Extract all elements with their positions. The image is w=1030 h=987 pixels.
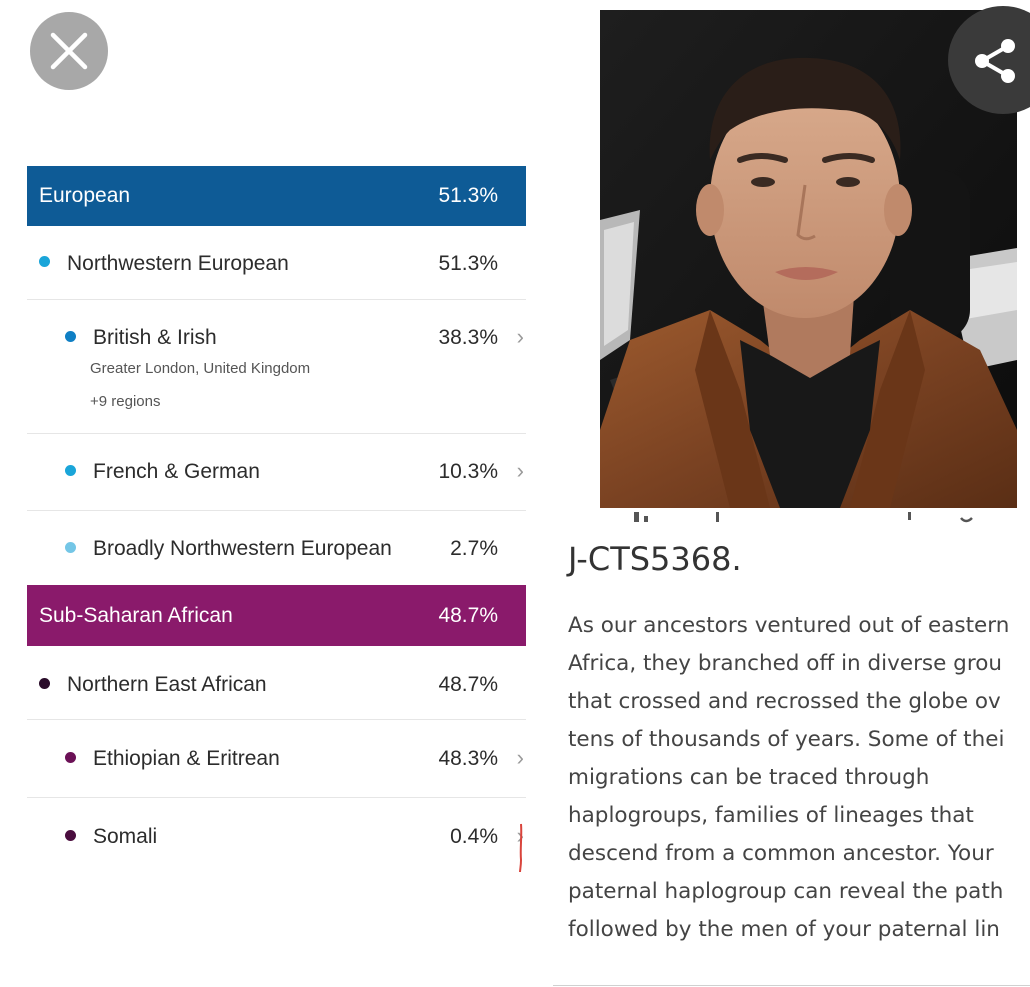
ancestry-label: Broadly Northwestern European	[93, 537, 392, 560]
ancestry-percent: 51.3%	[438, 252, 498, 275]
chevron-right-icon[interactable]: ›	[517, 745, 524, 771]
ancestry-label: Somali	[93, 825, 158, 848]
region-percent: 48.7%	[438, 603, 498, 627]
ancestry-row-ethiopian-eritrean[interactable]: Ethiopian & Eritrean 48.3% ›	[27, 720, 526, 798]
ancestry-label: British & Irish	[93, 326, 217, 349]
ancestry-label: Northern East African	[67, 673, 267, 696]
ancestry-row-broadly-northwestern-european[interactable]: Broadly Northwestern European 2.7%	[27, 511, 526, 585]
paragraph-line: that crossed and recrossed the globe ov	[568, 689, 1001, 714]
ancestry-label: Northwestern European	[67, 252, 289, 275]
color-dot	[39, 678, 50, 689]
ancestry-composition: European 51.3% Northwestern European 51.…	[27, 166, 526, 872]
paragraph-line: followed by the men of your paternal lin	[568, 917, 1000, 942]
ancestry-percent: 48.3%	[438, 747, 498, 770]
clipped-text-line	[568, 512, 1030, 526]
ancestry-row-northwestern-european[interactable]: Northwestern European 51.3%	[27, 226, 526, 300]
paragraph-line: As our ancestors ventured out of eastern	[568, 613, 1010, 638]
ancestry-percent: 10.3%	[438, 460, 498, 483]
region-percent: 51.3%	[438, 184, 498, 207]
paragraph-line: haplogroups, families of lineages that	[568, 803, 974, 828]
color-dot	[65, 752, 76, 763]
haplogroup-title: J-CTS5368.	[568, 540, 742, 578]
region-label: European	[39, 184, 131, 207]
paragraph-line: Africa, they branched off in diverse gro…	[568, 651, 1002, 676]
region-header-sub-saharan-african[interactable]: Sub-Saharan African 48.7%	[27, 585, 526, 646]
ancestry-percent: 38.3%	[438, 326, 498, 349]
share-icon	[975, 39, 1015, 83]
color-dot	[39, 256, 50, 267]
ancestry-row-somali[interactable]: Somali 0.4% ›	[27, 798, 526, 872]
chevron-right-icon[interactable]: ›	[517, 458, 524, 484]
close-icon	[50, 32, 88, 70]
more-regions-link[interactable]: +9 regions	[90, 393, 160, 410]
ancestry-row-northern-east-african[interactable]: Northern East African 48.7%	[27, 646, 526, 720]
ancestry-label: French & German	[93, 460, 260, 483]
paragraph-line: migrations can be traced through	[568, 765, 930, 790]
close-button[interactable]	[30, 12, 108, 90]
ancestry-row-british-irish[interactable]: British & Irish Greater London, United K…	[27, 300, 526, 434]
ancestry-percent: 2.7%	[450, 537, 498, 560]
ancestry-percent: 48.7%	[438, 673, 498, 696]
color-dot	[65, 331, 76, 342]
ancestry-percent: 0.4%	[450, 825, 498, 848]
paragraph-line: tens of thousands of years. Some of thei	[568, 727, 1005, 752]
ancestry-label: Ethiopian & Eritrean	[93, 747, 280, 770]
red-mark	[519, 823, 523, 873]
color-dot	[65, 542, 76, 553]
region-header-european[interactable]: European 51.3%	[27, 166, 526, 226]
divider	[553, 985, 1030, 986]
region-label: Sub-Saharan African	[39, 603, 233, 627]
paragraph-line: descend from a common ancestor. Your	[568, 841, 994, 866]
color-dot	[65, 830, 76, 841]
ancestry-location: Greater London, United Kingdom	[90, 360, 311, 377]
chevron-right-icon[interactable]: ›	[517, 324, 524, 350]
paragraph-line: paternal haplogroup can reveal the path	[568, 879, 1004, 904]
color-dot	[65, 465, 76, 476]
ancestry-row-french-german[interactable]: French & German 10.3% ›	[27, 434, 526, 511]
haplogroup-description: As our ancestors ventured out of eastern…	[568, 607, 1030, 949]
